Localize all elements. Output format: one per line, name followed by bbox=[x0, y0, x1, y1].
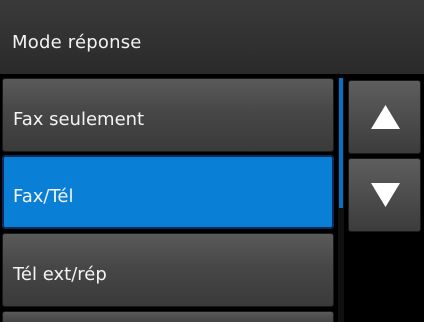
option-list: Fax seulement Fax/Tél Tél ext/rép bbox=[0, 74, 340, 322]
option-fax-only[interactable]: Fax seulement bbox=[2, 78, 334, 152]
option-partial[interactable] bbox=[2, 311, 334, 322]
page-title: Mode réponse bbox=[12, 32, 142, 53]
triangle-up-icon bbox=[371, 105, 400, 129]
lcd-screen: Mode réponse Fax seulement Fax/Tél Tél e… bbox=[0, 0, 424, 322]
option-fax-tel[interactable]: Fax/Tél bbox=[2, 155, 334, 229]
triangle-down-icon bbox=[371, 183, 400, 207]
option-label: Fax/Tél bbox=[13, 186, 74, 207]
scrollbar-thumb[interactable] bbox=[339, 78, 343, 208]
scroll-up-button[interactable] bbox=[348, 80, 421, 154]
title-bar: Mode réponse bbox=[0, 0, 424, 74]
option-label: Tél ext/rép bbox=[13, 264, 107, 285]
option-label: Fax seulement bbox=[13, 109, 145, 130]
option-ext-tad[interactable]: Tél ext/rép bbox=[2, 233, 334, 307]
scroll-down-button[interactable] bbox=[348, 158, 421, 232]
